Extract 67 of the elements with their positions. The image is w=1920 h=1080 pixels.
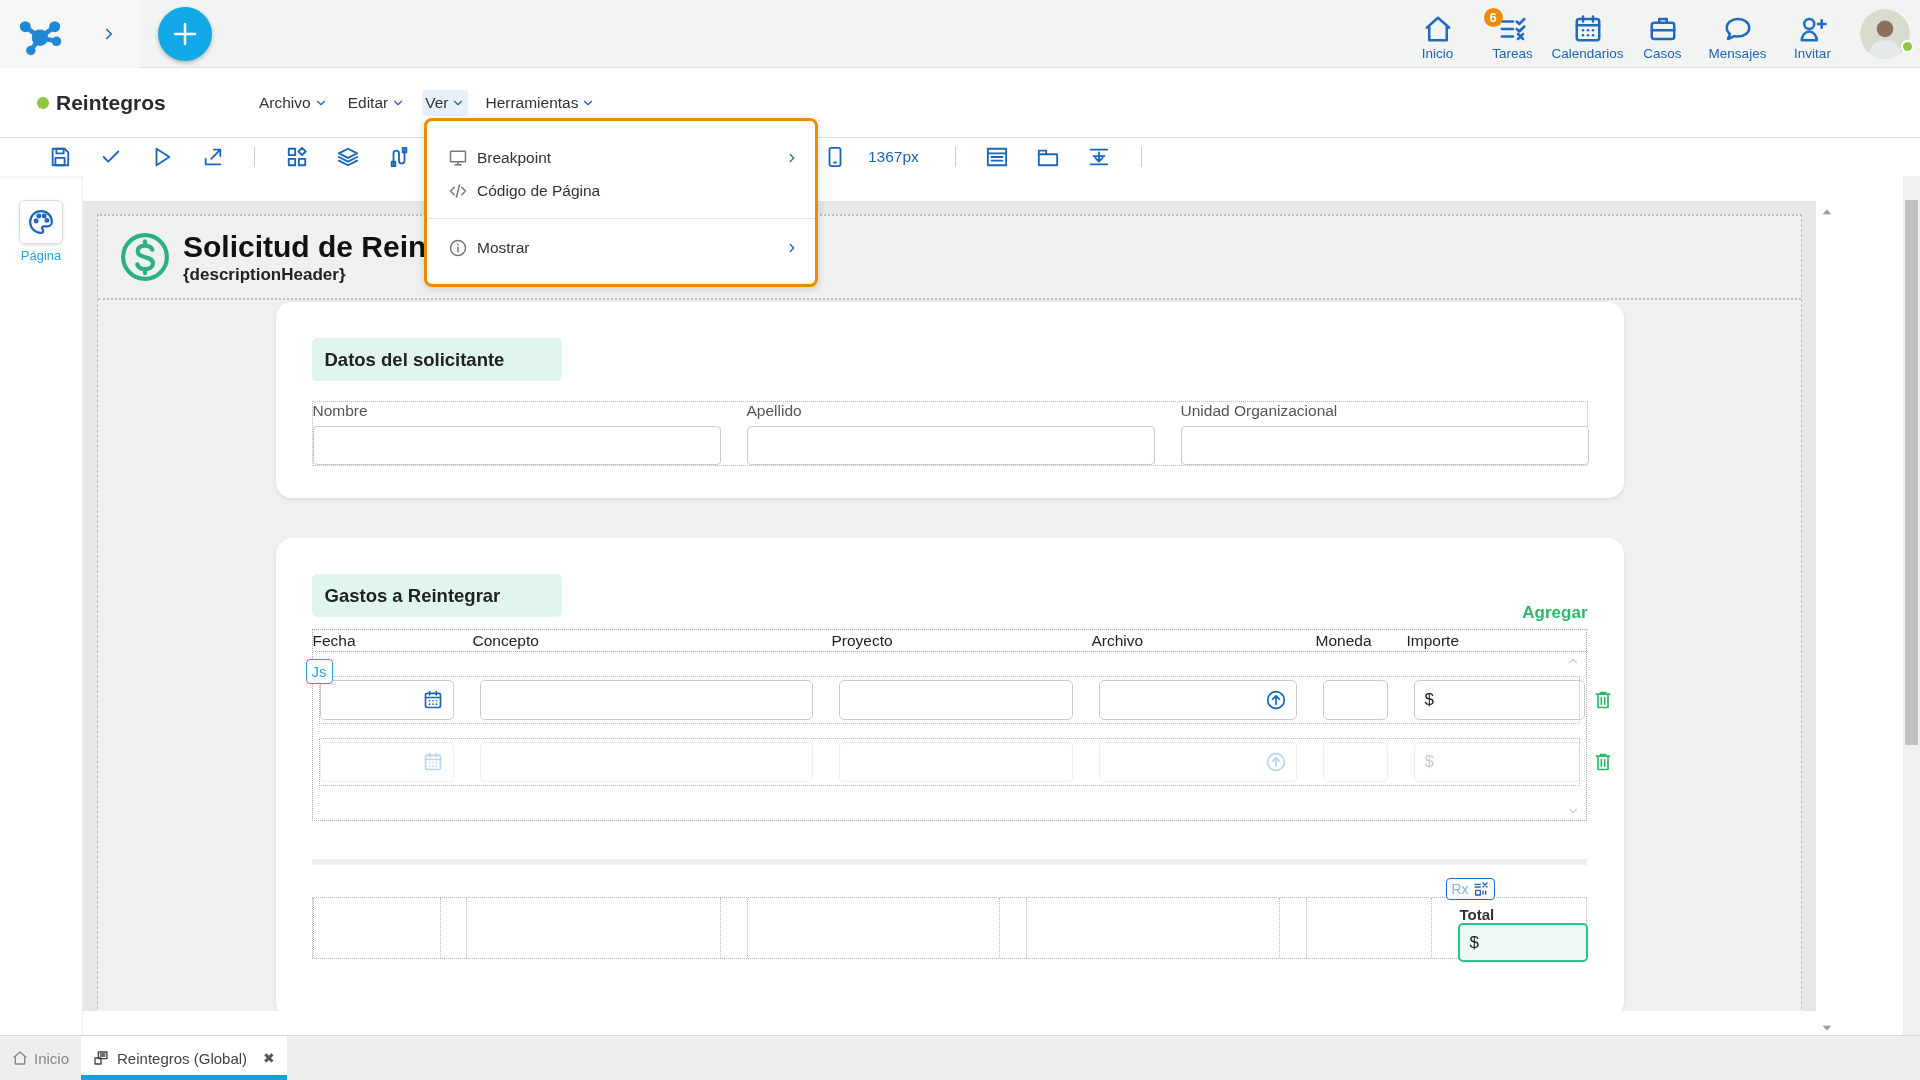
input-field[interactable]	[838, 680, 1073, 720]
home-icon	[12, 1050, 28, 1066]
page-label: Página	[20, 248, 62, 263]
count-badge: 6	[1483, 8, 1503, 27]
page-title: Solicitud de Rein	[183, 229, 427, 263]
option-label: Mostrar	[477, 238, 531, 257]
option-label: Breakpoint	[477, 148, 553, 167]
nav-item[interactable]: 6 Tareas	[1475, 6, 1550, 61]
document-title: Reintegros	[56, 90, 166, 115]
palette-icon	[28, 209, 54, 235]
column-header: Proyecto	[831, 631, 894, 650]
menu-item[interactable]: Herramientas	[482, 89, 599, 116]
nav-item[interactable]: Inicio	[1400, 6, 1475, 61]
bottom-tab[interactable]: Reintegros (Global) ✖	[81, 1036, 288, 1080]
field-label: Unidad Organizacional	[1180, 402, 1339, 420]
code-icon	[449, 181, 467, 200]
form-icon	[93, 1050, 110, 1066]
input-field[interactable]	[1322, 680, 1388, 720]
input-field[interactable]	[312, 426, 721, 465]
nav-item[interactable]: Invitar	[1775, 6, 1850, 61]
field-label: Nombre	[312, 402, 369, 420]
column-header: Fecha	[312, 631, 357, 650]
menu-item[interactable]: Archivo	[256, 89, 331, 116]
width-reading: 1367px	[868, 148, 919, 166]
bottom-tab[interactable]: Inicio	[0, 1036, 82, 1080]
close-button[interactable]: ✖	[263, 1050, 276, 1066]
upload-icon[interactable]	[1265, 690, 1286, 710]
monitor-icon	[449, 148, 467, 167]
dollar-icon	[120, 232, 170, 282]
info-icon	[449, 238, 467, 257]
menu-option[interactable]: Código de Página	[427, 174, 815, 207]
section-header: Gastos a Reintegrar	[311, 574, 562, 617]
status-dot	[37, 96, 49, 109]
column-header: Moneda	[1315, 631, 1373, 650]
currency-symbol: $	[1424, 690, 1434, 710]
menu-item[interactable]: Ver	[422, 89, 469, 116]
option-label: Código de Página	[477, 181, 602, 200]
formula-icon	[1472, 881, 1489, 897]
nav-item[interactable]: Casos	[1625, 6, 1700, 61]
total-field[interactable]: $	[1457, 923, 1588, 962]
input-field[interactable]	[319, 680, 454, 720]
scroll-thumb[interactable]	[1905, 200, 1918, 745]
total-label: Total	[1458, 907, 1496, 923]
column-header: Importe	[1406, 631, 1461, 650]
input-field[interactable]	[1180, 426, 1589, 465]
column-header: Archivo	[1091, 631, 1145, 650]
nav-item[interactable]: Mensajes	[1700, 6, 1775, 61]
field-label: Apellido	[746, 402, 803, 420]
menu-option[interactable]: Mostrar	[427, 231, 815, 264]
input-field[interactable]	[1098, 680, 1297, 720]
input-field[interactable]: $	[1413, 680, 1585, 720]
section-header: Datos del solicitante	[311, 338, 562, 381]
input-field[interactable]	[746, 426, 1155, 465]
add-button[interactable]	[158, 6, 212, 61]
currency-symbol: $	[1424, 752, 1434, 772]
input-field[interactable]	[479, 680, 813, 720]
nav-item[interactable]: Calendarios	[1550, 6, 1625, 61]
scrollbar[interactable]	[1903, 176, 1920, 1035]
page-description: {descriptionHeader}	[183, 264, 347, 285]
menu-option[interactable]: Breakpoint	[427, 141, 815, 174]
scroll-up-icon[interactable]	[1822, 207, 1832, 217]
menu-item[interactable]: Editar	[344, 89, 409, 116]
column-header: Concepto	[472, 631, 540, 650]
calendar-icon[interactable]	[422, 690, 443, 710]
scroll-down-icon[interactable]	[1822, 1023, 1832, 1033]
calendar-icon	[1572, 14, 1603, 44]
script-badge[interactable]: Js	[305, 659, 333, 684]
